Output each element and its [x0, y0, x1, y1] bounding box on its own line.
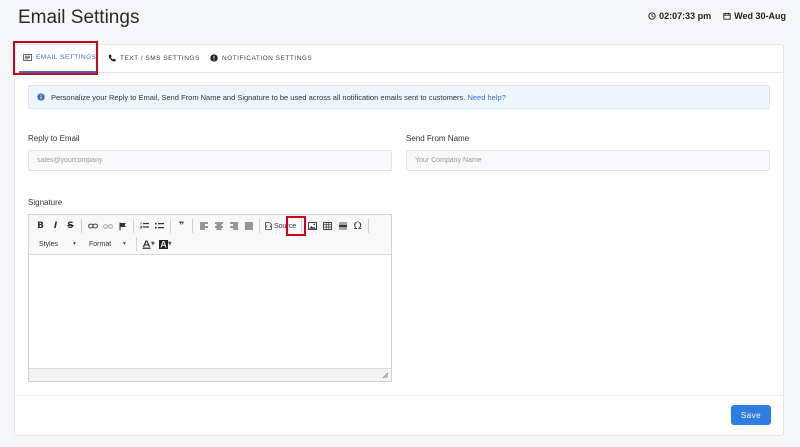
page-title: Email Settings — [18, 7, 140, 28]
bulleted-list-icon — [155, 222, 164, 229]
unlink-icon — [102, 223, 113, 229]
background-color-button[interactable]: ▼ — [157, 236, 174, 252]
align-right-button[interactable] — [226, 218, 241, 234]
toolbar-separator — [170, 219, 171, 233]
footer-divider — [15, 395, 783, 396]
send-from-name-input[interactable] — [406, 150, 770, 171]
background-color-icon — [158, 239, 168, 249]
bulleted-list-button[interactable] — [152, 218, 167, 234]
exclamation-circle-icon — [210, 54, 218, 62]
blockquote-button[interactable]: ❞ — [174, 218, 189, 234]
caret-down-icon: ▼ — [72, 241, 77, 247]
time-value: 02:07:33 pm — [659, 11, 712, 21]
toolbar-separator — [192, 219, 193, 233]
toolbar-row-2: Styles ▼ Format ▼ ▼ ▼ — [33, 235, 174, 253]
tab-label: NOTIFICATION SETTINGS — [222, 54, 313, 62]
toolbar-row-1: B I S ❞ Source Ω — [33, 217, 372, 235]
tab-label: TEXT / SMS SETTINGS — [120, 54, 200, 62]
info-icon — [37, 93, 45, 101]
reply-to-email-label: Reply to Email — [28, 134, 80, 143]
toolbar-separator — [136, 237, 137, 251]
editor-status-bar — [29, 368, 391, 381]
justify-button[interactable] — [241, 218, 256, 234]
phone-icon — [108, 54, 116, 62]
toolbar-separator — [259, 219, 260, 233]
anchor-button[interactable] — [115, 218, 130, 234]
flag-icon — [118, 222, 126, 230]
image-icon — [308, 222, 318, 230]
tab-notification-settings[interactable]: NOTIFICATION SETTINGS — [210, 54, 312, 62]
source-icon — [265, 222, 272, 230]
save-button[interactable]: Save — [731, 405, 771, 425]
highlight-box-image-button — [286, 216, 306, 236]
info-banner: Personalize your Reply to Email, Send Fr… — [28, 85, 770, 109]
link-icon — [87, 223, 98, 229]
italic-button[interactable]: I — [48, 218, 63, 234]
reply-to-email-input[interactable] — [28, 150, 392, 171]
resize-handle-icon[interactable] — [382, 372, 389, 379]
align-right-icon — [229, 222, 238, 230]
unlink-button[interactable] — [100, 218, 115, 234]
need-help-link[interactable]: Need help? — [467, 93, 505, 102]
clock: 02:07:33 pm Wed 30-Aug — [648, 11, 786, 21]
bold-button[interactable]: B — [33, 218, 48, 234]
special-character-button[interactable]: Ω — [350, 218, 365, 234]
send-from-name-label: Send From Name — [406, 134, 470, 143]
toolbar-separator — [368, 219, 370, 233]
clock-icon — [648, 12, 656, 20]
date-value: Wed 30-Aug — [734, 11, 786, 21]
format-dropdown[interactable]: Format ▼ — [83, 236, 133, 252]
table-icon — [323, 222, 333, 230]
align-center-button[interactable] — [211, 218, 226, 234]
strikethrough-button[interactable]: S — [63, 218, 78, 234]
styles-label: Styles — [39, 240, 59, 248]
justify-icon — [244, 222, 253, 230]
styles-dropdown[interactable]: Styles ▼ — [33, 236, 83, 252]
settings-card: EMAIL SETTINGS TEXT / SMS SETTINGS NOTIF… — [13, 41, 784, 436]
highlight-box-tab — [13, 41, 98, 75]
numbered-list-button[interactable] — [137, 218, 152, 234]
link-button[interactable] — [85, 218, 100, 234]
tab-bar: EMAIL SETTINGS TEXT / SMS SETTINGS NOTIF… — [13, 41, 783, 75]
info-text: Personalize your Reply to Email, Send Fr… — [51, 93, 506, 102]
table-button[interactable] — [320, 218, 335, 234]
toolbar-separator — [133, 219, 134, 233]
horizontal-line-icon — [338, 222, 347, 230]
tab-text-sms-settings[interactable]: TEXT / SMS SETTINGS — [108, 54, 200, 62]
editor-toolbar: B I S ❞ Source Ω Styles ▼ Format ▼ ▼ ▼ — [29, 215, 391, 255]
align-left-icon — [199, 222, 208, 230]
caret-down-icon: ▼ — [167, 241, 172, 247]
caret-down-icon: ▼ — [151, 241, 155, 247]
numbered-list-icon — [140, 222, 149, 229]
signature-label: Signature — [28, 198, 63, 207]
info-message: Personalize your Reply to Email, Send Fr… — [51, 92, 466, 102]
horizontal-line-button[interactable] — [335, 218, 350, 234]
align-left-button[interactable] — [196, 218, 211, 234]
format-label: Format — [89, 240, 112, 248]
text-color-icon — [142, 239, 151, 249]
image-button[interactable] — [305, 218, 320, 234]
top-bar: Email Settings 02:07:33 pm Wed 30-Aug — [0, 0, 800, 34]
text-color-button[interactable]: ▼ — [140, 236, 157, 252]
toolbar-separator — [81, 219, 82, 233]
signature-editor: B I S ❞ Source Ω Styles ▼ Format ▼ ▼ ▼ — [28, 214, 392, 382]
signature-edit-area[interactable] — [29, 256, 391, 368]
calendar-icon — [723, 12, 731, 20]
align-center-icon — [214, 222, 223, 230]
caret-down-icon: ▼ — [122, 241, 127, 247]
